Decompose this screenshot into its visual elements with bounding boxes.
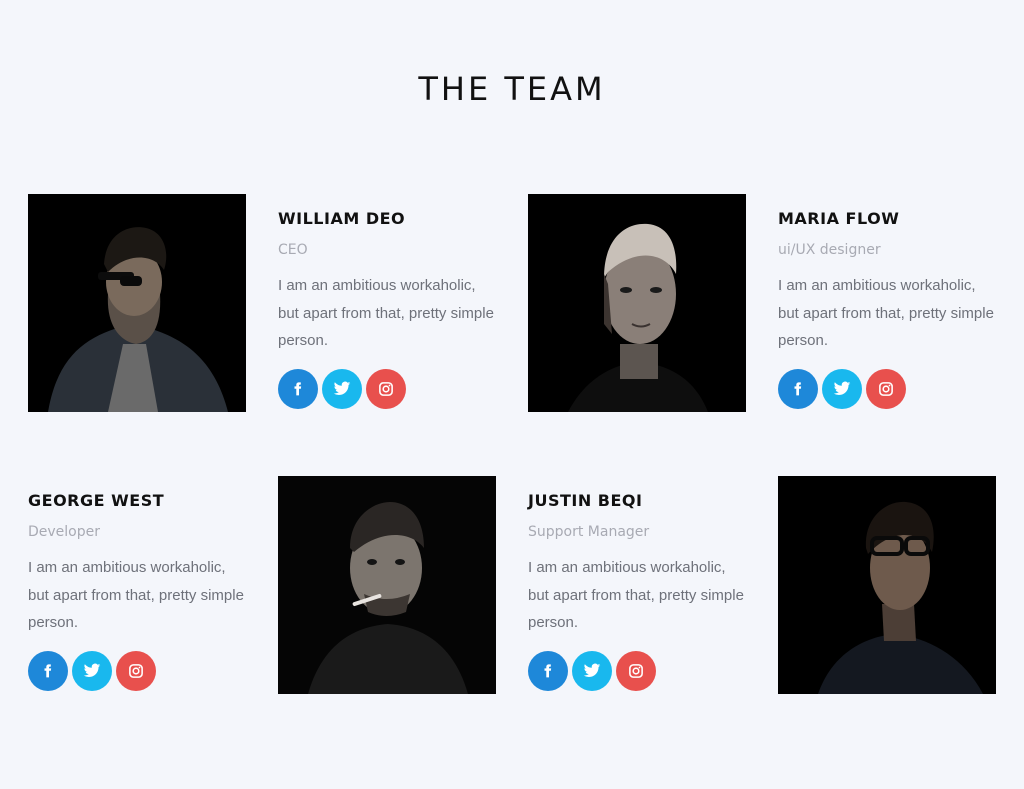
facebook-button[interactable] [278, 368, 318, 409]
member-info-william-deo: WILLIAM DEO CEO I am an ambitious workah… [278, 208, 500, 409]
facebook-button[interactable] [778, 368, 818, 409]
member-name: GEORGE WEST [28, 491, 165, 510]
twitter-icon [583, 663, 601, 677]
instagram-button[interactable] [366, 368, 406, 409]
instagram-icon [129, 663, 143, 678]
facebook-button[interactable] [28, 650, 68, 691]
twitter-button[interactable] [322, 368, 362, 409]
member-name: WILLIAM DEO [278, 209, 406, 228]
member-info-justin-beqi: JUSTIN BEQI Support Manager I am an ambi… [528, 490, 750, 691]
member-photo-maria-flow [528, 194, 746, 412]
social-links [528, 650, 750, 691]
member-photo-william-deo [28, 194, 246, 412]
twitter-icon [83, 663, 101, 677]
instagram-button[interactable] [616, 650, 656, 691]
member-bio: I am an ambitious workaholic, but apart … [778, 277, 994, 349]
member-info-maria-flow: MARIA FLOW ui/UX designer I am an ambiti… [778, 208, 1000, 409]
member-role: Support Manager [528, 524, 650, 540]
facebook-icon [44, 663, 52, 677]
section-title: THE TEAM [418, 70, 606, 108]
social-links [778, 368, 1000, 409]
instagram-button[interactable] [116, 650, 156, 691]
twitter-button[interactable] [72, 650, 112, 691]
member-photo-justin-beqi [778, 476, 996, 694]
instagram-icon [879, 381, 893, 396]
facebook-icon [294, 381, 302, 395]
twitter-icon [333, 381, 351, 395]
instagram-icon [379, 381, 393, 396]
social-links [28, 650, 250, 691]
member-name: MARIA FLOW [778, 209, 900, 228]
twitter-button[interactable] [822, 368, 862, 409]
instagram-icon [629, 663, 643, 678]
facebook-icon [544, 663, 552, 677]
member-role: Developer [28, 524, 101, 540]
member-info-george-west: GEORGE WEST Developer I am an ambitious … [28, 490, 250, 691]
twitter-icon [833, 381, 851, 395]
facebook-button[interactable] [528, 650, 568, 691]
member-name: JUSTIN BEQI [528, 491, 643, 510]
instagram-button[interactable] [866, 368, 906, 409]
facebook-icon [794, 381, 802, 395]
social-links [278, 368, 500, 409]
member-role: ui/UX designer [778, 242, 881, 258]
member-bio: I am an ambitious workaholic, but apart … [278, 277, 494, 349]
member-photo-george-west [278, 476, 496, 694]
member-role: CEO [278, 242, 308, 258]
member-bio: I am an ambitious workaholic, but apart … [28, 559, 244, 631]
member-bio: I am an ambitious workaholic, but apart … [528, 559, 744, 631]
twitter-button[interactable] [572, 650, 612, 691]
